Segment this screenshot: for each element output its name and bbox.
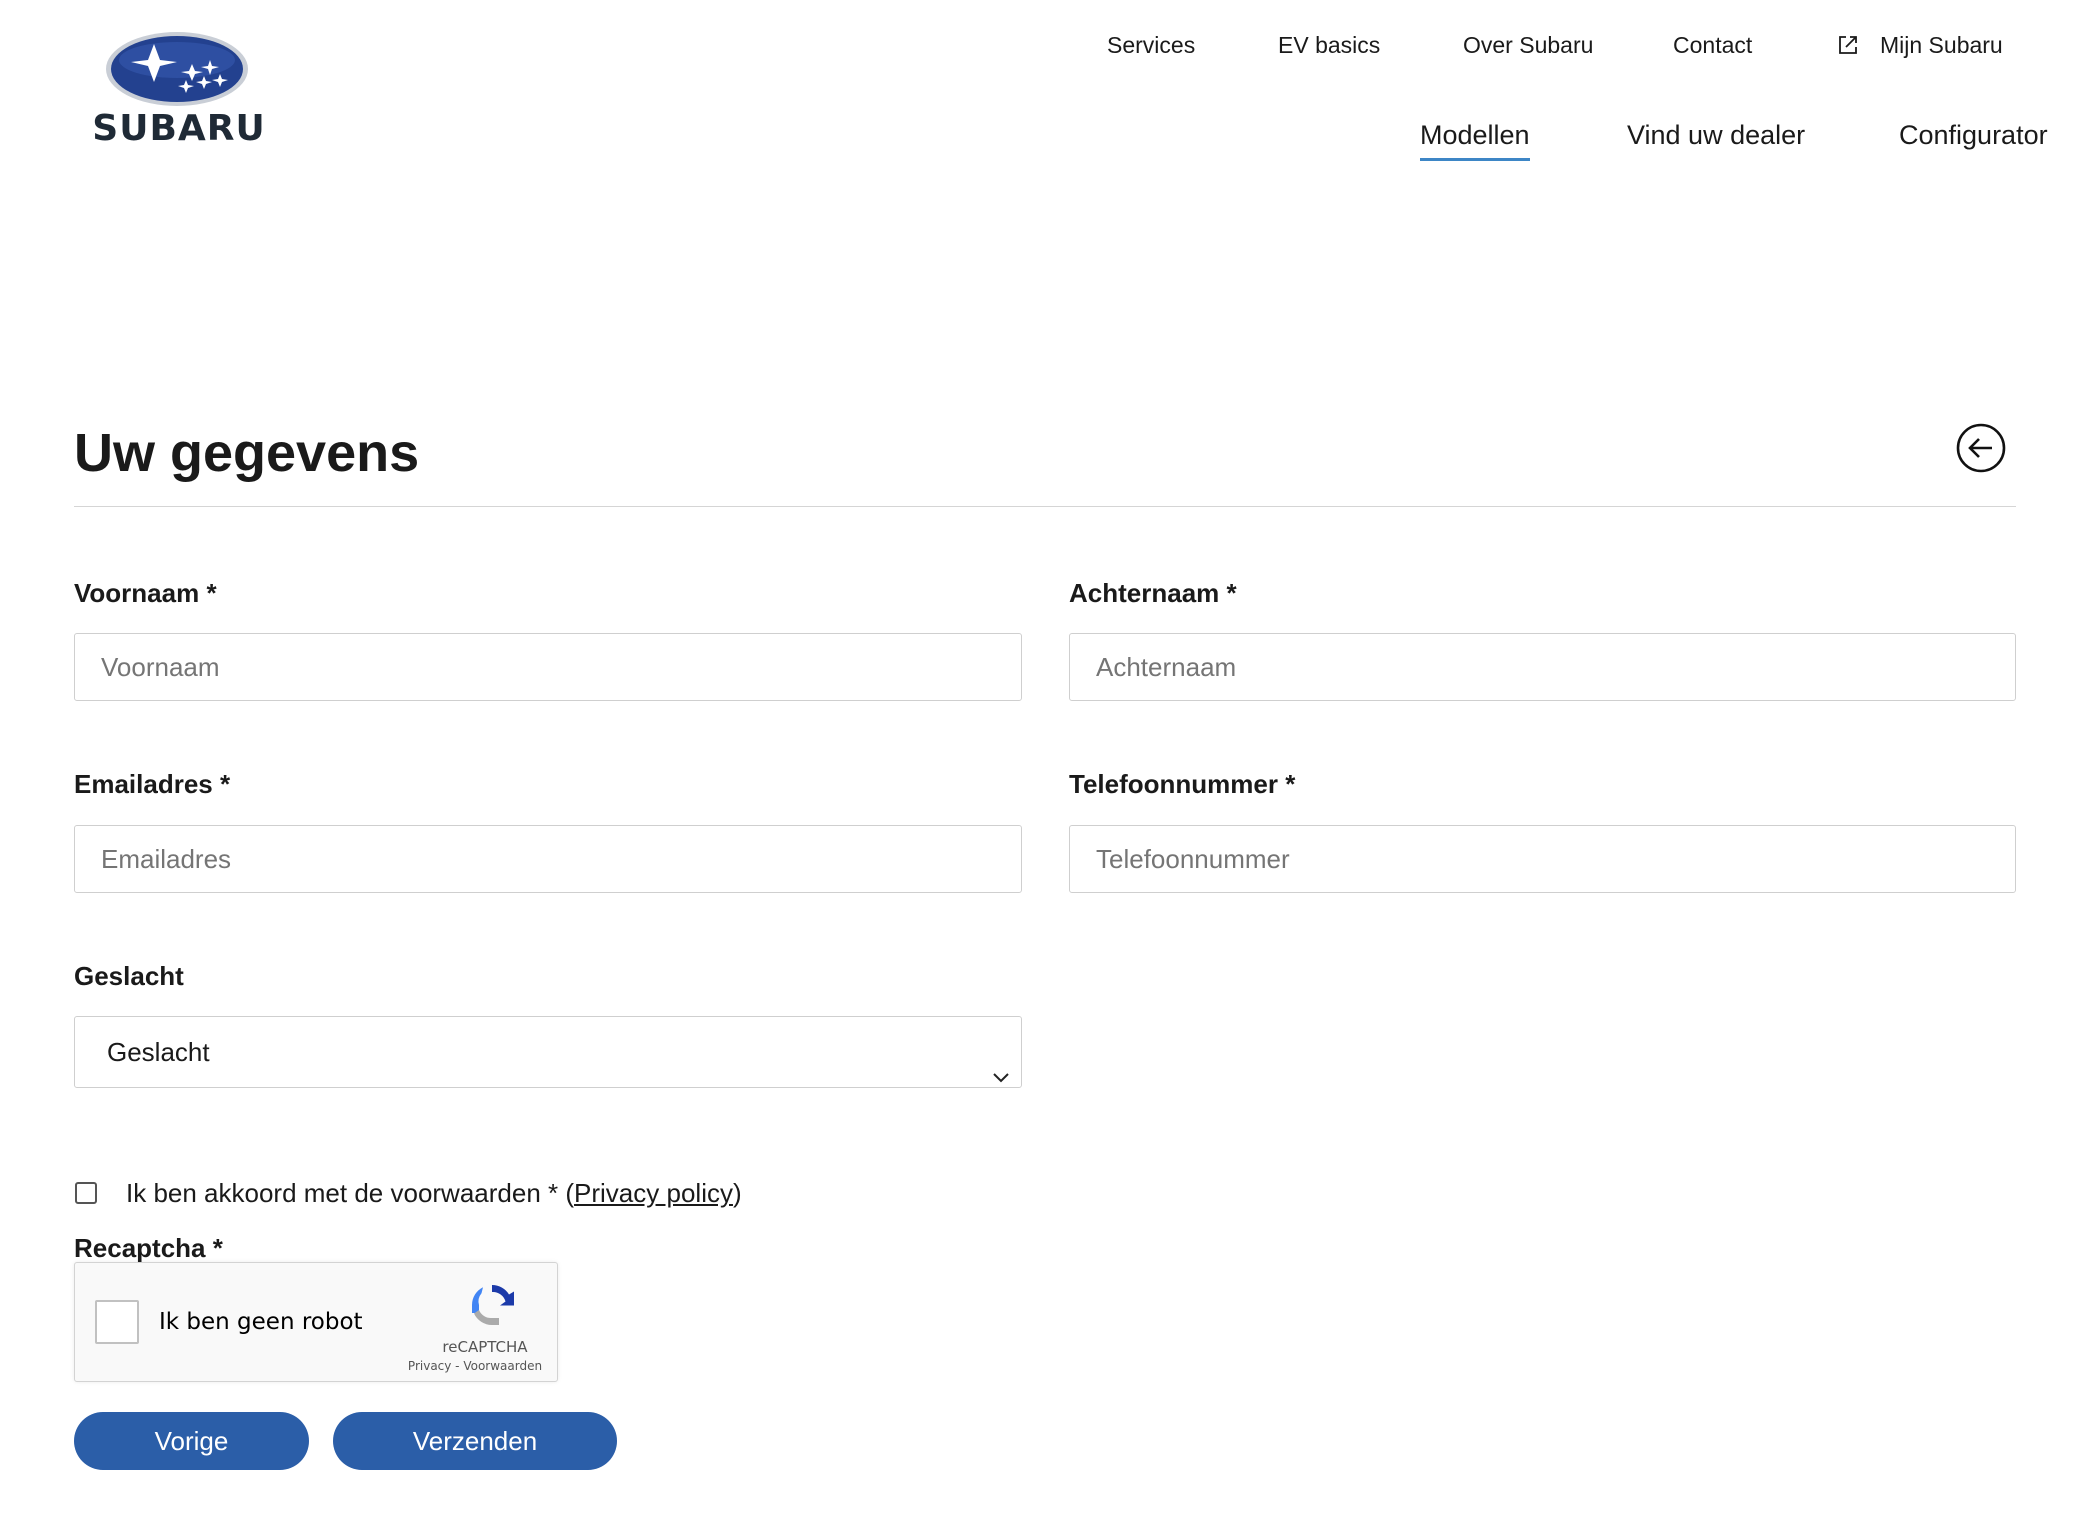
previous-button[interactable]: Vorige xyxy=(74,1412,309,1470)
email-label: Emailadres * xyxy=(74,769,231,799)
last-name-input[interactable] xyxy=(1069,633,2016,701)
top-nav-services[interactable]: Services xyxy=(1107,32,1195,59)
title-divider xyxy=(74,506,2016,507)
top-nav-contact[interactable]: Contact xyxy=(1673,32,1752,59)
arrow-left-circle-icon xyxy=(1956,423,2006,473)
subaru-logo[interactable]: SUBARU xyxy=(82,30,282,150)
gender-label: Geslacht xyxy=(74,961,184,991)
required-mark: * xyxy=(212,1233,223,1263)
required-mark: * xyxy=(206,578,217,608)
required-mark: * xyxy=(1285,769,1296,799)
recaptcha-checkbox-label: Ik ben geen robot xyxy=(159,1309,363,1335)
consent-checkbox[interactable] xyxy=(75,1182,97,1204)
top-nav-ev-basics[interactable]: EV basics xyxy=(1278,32,1380,59)
gender-select[interactable]: Geslacht xyxy=(74,1016,1022,1088)
recaptcha-widget: Ik ben geen robot reCAPTCHA Privacy - Vo… xyxy=(74,1262,558,1382)
top-nav-mijn-subaru[interactable]: Mijn Subaru xyxy=(1880,32,2003,59)
required-mark: * xyxy=(1226,578,1237,608)
brand-wordmark: SUBARU xyxy=(92,108,266,149)
recaptcha-checkbox[interactable] xyxy=(95,1300,139,1344)
chevron-down-icon xyxy=(991,1043,1011,1083)
consent-label: Ik ben akkoord met de voorwaarden * (Pri… xyxy=(126,1178,742,1208)
top-nav-over-subaru[interactable]: Over Subaru xyxy=(1463,32,1593,59)
main-nav-configurator[interactable]: Configurator xyxy=(1899,120,2048,151)
first-name-label: Voornaam * xyxy=(74,578,217,608)
phone-input[interactable] xyxy=(1069,825,2016,893)
back-button[interactable] xyxy=(1956,423,2006,473)
privacy-policy-link[interactable]: Privacy policy xyxy=(574,1178,733,1208)
subaru-stars-logo-icon xyxy=(106,32,248,106)
recaptcha-links[interactable]: Privacy - Voorwaarden xyxy=(395,1359,555,1373)
last-name-label: Achternaam * xyxy=(1069,578,1237,608)
recaptcha-logo-icon xyxy=(472,1285,514,1325)
main-nav-vind-uw-dealer[interactable]: Vind uw dealer xyxy=(1627,120,1805,151)
main-nav-modellen[interactable]: Modellen xyxy=(1420,120,1530,161)
submit-button[interactable]: Verzenden xyxy=(333,1412,617,1470)
external-link-icon xyxy=(1836,33,1860,57)
phone-label: Telefoonnummer * xyxy=(1069,769,1296,799)
page-title: Uw gegevens xyxy=(74,423,420,483)
recaptcha-brand: reCAPTCHA xyxy=(442,1338,528,1356)
email-input[interactable] xyxy=(74,825,1022,893)
recaptcha-label: Recaptcha * xyxy=(74,1233,223,1263)
first-name-input[interactable] xyxy=(74,633,1022,701)
required-mark: * xyxy=(219,769,231,799)
gender-selected-value: Geslacht xyxy=(107,1037,210,1067)
